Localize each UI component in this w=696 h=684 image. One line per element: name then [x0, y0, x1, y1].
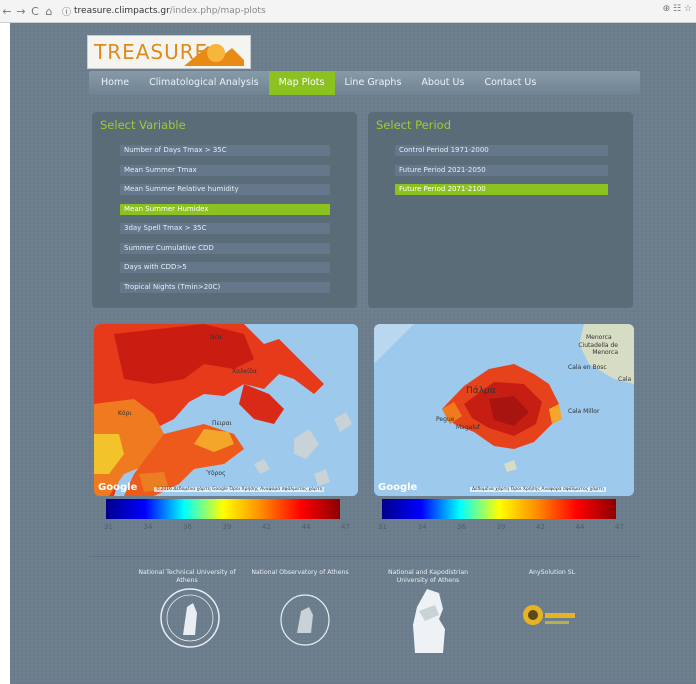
- period-option-selected[interactable]: Future Period 2071-2100: [395, 184, 608, 195]
- forward-icon[interactable]: →: [14, 5, 28, 18]
- colorbar-tick: 36: [183, 523, 192, 531]
- colorbar-tick: 47: [341, 523, 350, 531]
- address-bar[interactable]: ⓘ treasure.climpacts.gr/index.php/map-pl…: [62, 5, 266, 18]
- humidex-map-greece: [94, 324, 358, 496]
- institution-anysolution: AnySolution SL: [528, 569, 576, 576]
- ntua-seal-icon[interactable]: [159, 587, 221, 649]
- page-background: TREASURE Home Climatological Analysis Ma…: [10, 23, 696, 684]
- nav-about-us[interactable]: About Us: [411, 71, 474, 95]
- nav-home[interactable]: Home: [89, 71, 139, 95]
- map-label: Menorca: [586, 334, 612, 341]
- map-label: Χαλκίδα: [232, 368, 257, 375]
- map-label: Ciutadella de Menorca: [578, 342, 618, 356]
- colorbar-tick: 42: [536, 523, 545, 531]
- map-label: Cala en Bosc: [568, 364, 607, 371]
- uoa-athena-icon[interactable]: [405, 585, 451, 655]
- period-option[interactable]: Control Period 1971-2000: [395, 145, 608, 156]
- colorbar-tick: 39: [222, 523, 232, 531]
- map-label: Νέα: [210, 334, 222, 341]
- map-label: Ύδρος: [206, 470, 226, 477]
- variable-option-selected[interactable]: Mean Summer Humidex: [120, 204, 330, 215]
- sun-mountain-icon: [184, 44, 244, 66]
- variable-option[interactable]: Mean Summer Relative humidity: [120, 184, 330, 195]
- colorbar-tick: 34: [143, 523, 153, 531]
- colorbar-tick: 36: [457, 523, 466, 531]
- select-period-panel: Select Period Control Period 1971-2000 F…: [368, 112, 633, 308]
- treasure-logo[interactable]: TREASURE: [87, 35, 251, 69]
- institution-noa: National Observatory of Athens: [251, 569, 349, 576]
- select-variable-panel: Select Variable Number of Days Tmax > 35…: [92, 112, 357, 308]
- map-label: Cala Millor: [568, 408, 600, 415]
- home-icon[interactable]: ⌂: [42, 5, 56, 18]
- back-icon[interactable]: ←: [0, 5, 14, 18]
- colorbar-left-ticks: 31 34 36 39 42 44 47: [104, 523, 350, 531]
- colorbar-tick: 39: [496, 523, 506, 531]
- map-label: Cala: [618, 376, 632, 383]
- map-label: Κόρι: [118, 410, 132, 417]
- select-variable-title: Select Variable: [100, 118, 186, 132]
- footer: National Technical University of Athens …: [89, 556, 640, 677]
- anysolution-logo-icon[interactable]: [519, 597, 583, 637]
- nav-climatological-analysis[interactable]: Climatological Analysis: [139, 71, 269, 95]
- period-option[interactable]: Future Period 2021-2050: [395, 165, 608, 176]
- map-label: Magaluf: [456, 424, 480, 431]
- browser-toolbar: ← → C ⌂ ⓘ treasure.climpacts.gr/index.ph…: [0, 0, 696, 23]
- variable-option[interactable]: 3day Spell Tmax > 35C: [120, 223, 330, 234]
- nav-map-plots[interactable]: Map Plots: [268, 71, 335, 95]
- google-logo: Google: [378, 482, 418, 493]
- colorbar-tick: 31: [378, 523, 387, 531]
- map-right-mallorca[interactable]: Menorca Ciutadella de Menorca Cala en Bo…: [374, 324, 634, 496]
- map-label: Πειραι: [212, 420, 232, 427]
- colorbar-left: [106, 499, 340, 519]
- institution-ntua: National Technical University of Athens: [138, 569, 236, 584]
- colorbar-right-ticks: 31 34 36 39 42 44 47: [378, 523, 624, 531]
- url-path: /index.php/map-plots: [169, 6, 266, 16]
- select-period-title: Select Period: [376, 118, 451, 132]
- variable-option[interactable]: Days with CDD>5: [120, 262, 330, 273]
- map-left-greece[interactable]: Νέα Χαλκίδα Κόρι Πειραι Ύδρος Google ©20…: [94, 324, 358, 496]
- colorbar-tick: 42: [262, 523, 271, 531]
- map-attribution[interactable]: ©2016 Δεδομένα χάρτη Google Όροι Χρήσης …: [154, 487, 325, 492]
- institution-uoa: National and Kapodistrian University of …: [387, 569, 469, 584]
- zoom-icon[interactable]: ⊕ ☷ ☆: [663, 4, 692, 14]
- noa-seal-icon[interactable]: [279, 593, 331, 647]
- nav-line-graphs[interactable]: Line Graphs: [335, 71, 412, 95]
- colorbar-tick: 44: [301, 523, 311, 531]
- nav-contact-us[interactable]: Contact Us: [474, 71, 546, 95]
- main-nav: Home Climatological Analysis Map Plots L…: [89, 71, 640, 95]
- colorbar-tick: 31: [104, 523, 113, 531]
- variable-option[interactable]: Mean Summer Tmax: [120, 165, 330, 176]
- variable-option[interactable]: Summer Cumulative CDD: [120, 243, 330, 254]
- url-host: treasure.climpacts.gr: [74, 6, 170, 16]
- reload-icon[interactable]: C: [28, 5, 42, 18]
- variable-option[interactable]: Tropical Nights (Tmin>20C): [120, 282, 330, 293]
- colorbar-tick: 34: [417, 523, 427, 531]
- google-logo: Google: [98, 482, 138, 493]
- colorbar-tick: 44: [575, 523, 585, 531]
- map-label: Πάλμα: [466, 386, 496, 396]
- colorbar-tick: 47: [615, 523, 624, 531]
- variable-option[interactable]: Number of Days Tmax > 35C: [120, 145, 330, 156]
- info-icon: ⓘ: [62, 7, 72, 18]
- map-label: Pegue: [436, 416, 455, 423]
- map-attribution[interactable]: Δεδομένα χάρτη Όροι Χρήσης Αναφορά σφάλμ…: [470, 487, 606, 492]
- colorbar-right: [382, 499, 616, 519]
